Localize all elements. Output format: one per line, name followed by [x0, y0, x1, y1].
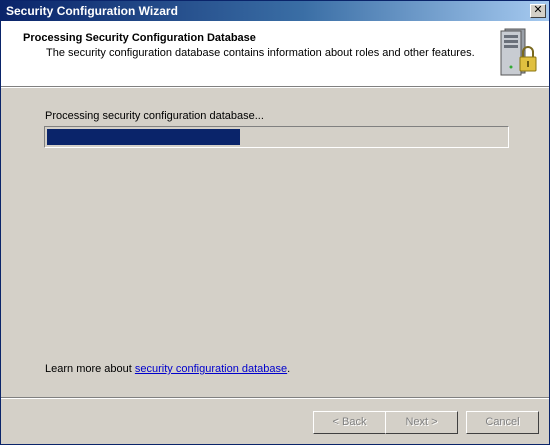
- title-bar[interactable]: Security Configuration Wizard ✕: [1, 1, 549, 21]
- learn-more-link[interactable]: security configuration database: [135, 363, 287, 375]
- next-button[interactable]: Next >: [385, 411, 458, 434]
- status-text: Processing security configuration databa…: [45, 110, 264, 122]
- page-subtitle: The security configuration database cont…: [46, 47, 475, 59]
- close-icon: ✕: [533, 4, 543, 16]
- progress-fill: [47, 129, 240, 145]
- wizard-header: Processing Security Configuration Databa…: [1, 21, 549, 87]
- page-title: Processing Security Configuration Databa…: [23, 32, 256, 44]
- window-title: Security Configuration Wizard: [6, 4, 178, 18]
- progress-bar: [44, 126, 509, 148]
- learn-more-text: Learn more about security configuration …: [45, 363, 290, 375]
- header-divider: [1, 87, 549, 88]
- cancel-button[interactable]: Cancel: [466, 411, 539, 434]
- learn-more-suffix: .: [287, 363, 291, 375]
- footer-divider-highlight: [1, 398, 549, 399]
- learn-more-prefix: Learn more about: [45, 363, 135, 375]
- close-button[interactable]: ✕: [530, 4, 546, 18]
- server-lock-icon: [500, 28, 537, 76]
- wizard-window: Security Configuration Wizard ✕ Processi…: [0, 0, 550, 445]
- back-button[interactable]: < Back: [313, 411, 386, 434]
